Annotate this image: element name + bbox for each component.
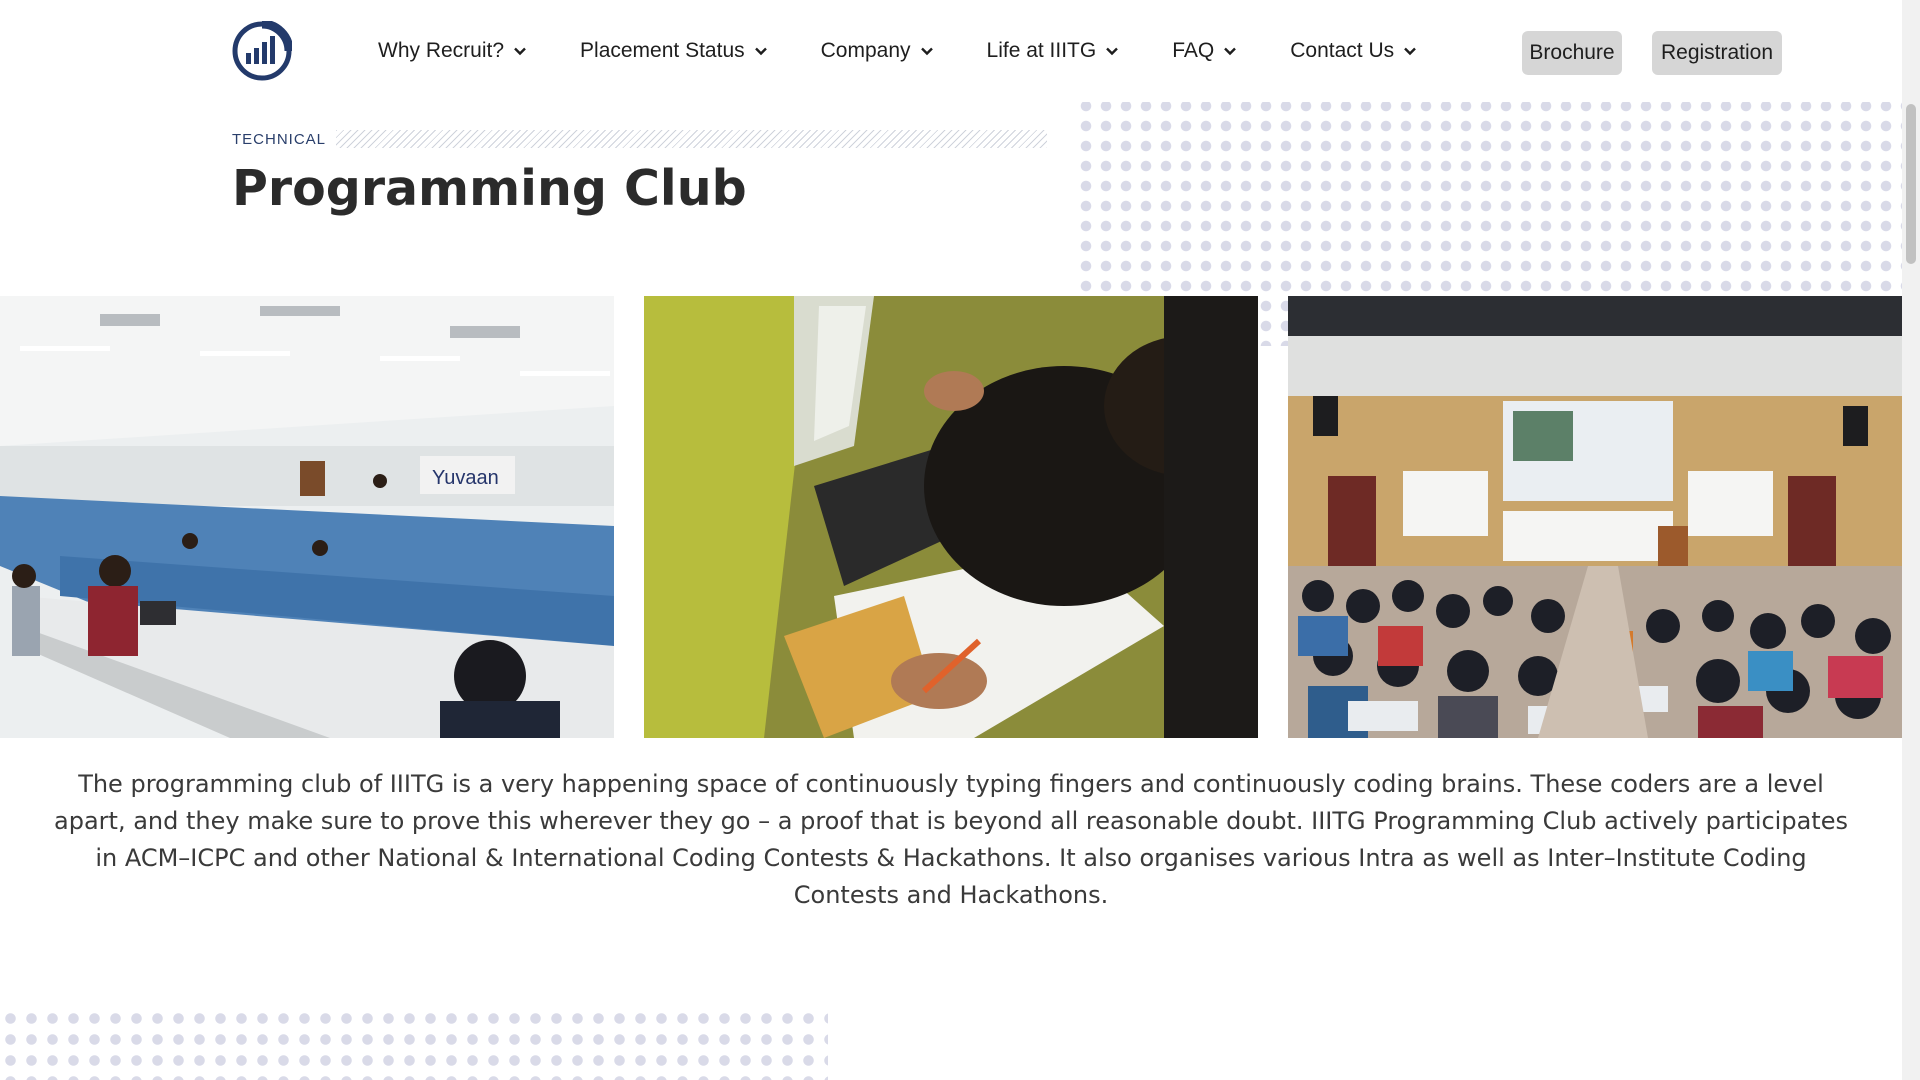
- nav-label: FAQ: [1172, 39, 1215, 62]
- section-eyebrow: TECHNICAL: [232, 124, 1047, 154]
- nav-contact-us[interactable]: Contact Us: [1290, 39, 1417, 63]
- nav-placement-status[interactable]: Placement Status: [580, 39, 768, 63]
- nav-label: Why Recruit?: [378, 39, 505, 62]
- chevron-down-icon: [1224, 47, 1237, 56]
- photo-computer-lab: Yuvaan: [0, 296, 614, 738]
- photo-student-writing: [644, 296, 1258, 738]
- photo-lecture-hall: [1288, 296, 1902, 738]
- page: Why Recruit? Placement Status Company Li…: [0, 0, 1920, 1080]
- nav-life-at-iiitg[interactable]: Life at IIITG: [987, 39, 1120, 63]
- site-header: Why Recruit? Placement Status Company Li…: [0, 0, 1902, 102]
- hatched-divider: [336, 130, 1047, 148]
- nav-label: Placement Status: [580, 39, 745, 62]
- main-nav: Why Recruit? Placement Status Company Li…: [378, 0, 1470, 102]
- chevron-down-icon: [1106, 47, 1119, 56]
- chevron-down-icon: [920, 47, 933, 56]
- dot-pattern-bottom: [0, 1008, 828, 1080]
- site-logo[interactable]: [232, 19, 294, 81]
- registration-button[interactable]: Registration: [1652, 31, 1782, 75]
- bar-chart-circle-icon: [232, 19, 294, 81]
- nav-faq[interactable]: FAQ: [1172, 39, 1237, 63]
- nav-label: Life at IIITG: [986, 39, 1097, 62]
- club-description: The programming club of IIITG is a very …: [54, 770, 1848, 909]
- chevron-down-icon: [1404, 47, 1416, 56]
- vertical-scrollbar[interactable]: [1902, 0, 1920, 1080]
- chevron-down-icon: [754, 47, 767, 56]
- nav-company[interactable]: Company: [821, 39, 934, 63]
- scrollbar-thumb[interactable]: [1906, 104, 1916, 264]
- section-category: TECHNICAL: [232, 130, 327, 148]
- nav-label: Contact Us: [1290, 39, 1395, 62]
- nav-why-recruit[interactable]: Why Recruit?: [378, 39, 527, 63]
- svg-text:Yuvaan: Yuvaan: [432, 467, 499, 489]
- page-title: Programming Club: [232, 160, 747, 217]
- brochure-button[interactable]: Brochure: [1522, 31, 1622, 75]
- nav-label: Company: [820, 39, 911, 62]
- chevron-down-icon: [514, 47, 526, 56]
